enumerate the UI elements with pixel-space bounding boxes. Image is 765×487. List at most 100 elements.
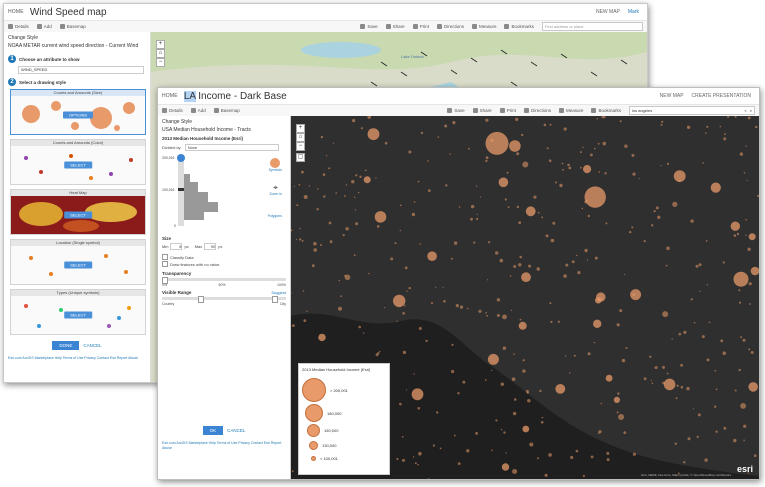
transparency-handle[interactable]: [162, 277, 168, 284]
home-menu[interactable]: HOME: [162, 93, 178, 99]
income-bubble: [708, 321, 711, 324]
style-card-heatmap[interactable]: Heat Map SELECT: [10, 189, 146, 235]
income-bubble: [518, 221, 522, 224]
print-button[interactable]: Print: [412, 24, 429, 29]
income-bubble: [715, 388, 718, 391]
style-card-color[interactable]: Counts and Amounts (Color) SELECT: [10, 139, 146, 185]
histogram-slider[interactable]: 200,001 100,001 0 Symbols ⌖ Zoom in Poly…: [162, 154, 286, 232]
range-handle-max[interactable]: [272, 296, 278, 303]
symbols-icon: [270, 158, 281, 168]
zoom-in-button[interactable]: +: [156, 40, 165, 49]
search-input[interactable]: Find address or place: [542, 22, 643, 31]
basemap-button[interactable]: Basemap: [59, 24, 86, 29]
symbols-option[interactable]: Symbols: [269, 158, 282, 172]
lake-label: Lake Ontario: [401, 54, 424, 59]
select-button[interactable]: SELECT: [64, 311, 92, 319]
done-button[interactable]: DONE: [52, 341, 80, 350]
max-size-input[interactable]: 90: [204, 243, 217, 250]
income-bubble: [584, 186, 606, 208]
print-button[interactable]: Print: [499, 108, 516, 113]
search-icon[interactable]: ⌕: [750, 108, 752, 113]
share-button[interactable]: Share: [472, 108, 492, 113]
income-bubble: [740, 336, 743, 339]
save-button[interactable]: Save: [447, 108, 465, 113]
bookmarks-button[interactable]: Bookmarks: [504, 24, 534, 29]
home-menu[interactable]: HOME: [8, 9, 24, 15]
classify-checkbox[interactable]: [162, 254, 168, 260]
directions-button[interactable]: Directions: [436, 24, 464, 29]
income-bubble: [740, 403, 746, 409]
select-button[interactable]: SELECT: [64, 161, 92, 169]
measure-button[interactable]: Measure: [558, 108, 583, 113]
income-bubble: [714, 405, 717, 408]
select-button[interactable]: SELECT: [64, 261, 92, 269]
suggest-link[interactable]: Suggest: [271, 290, 286, 295]
details-button[interactable]: Details: [8, 24, 29, 29]
new-map-link[interactable]: NEW MAP: [660, 93, 684, 99]
style-card-location[interactable]: Location (Single symbol) SELECT: [10, 239, 146, 285]
income-bubble: [468, 147, 470, 150]
create-presentation-link[interactable]: CREATE PRESENTATION: [692, 93, 751, 99]
search-input[interactable]: los angeles × ⌕: [629, 106, 755, 115]
income-bubble: [747, 116, 751, 120]
save-button[interactable]: Save: [360, 24, 378, 29]
zoom-in-option[interactable]: ⌖ Zoom in: [269, 184, 282, 197]
visible-range-slider[interactable]: [162, 296, 286, 303]
cancel-button[interactable]: CANCEL: [83, 343, 101, 348]
details-button[interactable]: Details: [162, 108, 183, 113]
income-bubble: [486, 279, 489, 281]
max-label: Max: [194, 244, 203, 249]
income-bubble: [490, 138, 494, 143]
transparency-slider[interactable]: [162, 277, 286, 284]
zoom-out-button[interactable]: −: [296, 142, 305, 151]
add-button[interactable]: Add: [190, 108, 206, 113]
range-left-select[interactable]: Country: [162, 302, 174, 306]
income-bubble: [581, 207, 584, 210]
basemap-button[interactable]: Basemap: [213, 108, 240, 113]
home-extent-button[interactable]: ⌂: [296, 133, 305, 142]
bookmarks-button[interactable]: Bookmarks: [591, 108, 621, 113]
income-bubble: [311, 264, 315, 268]
income-bubble: [475, 185, 478, 187]
attribute-select[interactable]: WIND_SPEED: [18, 66, 144, 74]
style-card-types[interactable]: Types (Unique symbols) SELECT: [10, 289, 146, 335]
income-bubble: [710, 182, 721, 193]
ok-button[interactable]: OK: [202, 426, 224, 435]
share-button[interactable]: Share: [385, 24, 405, 29]
no-value-checkbox[interactable]: [162, 261, 168, 267]
add-button[interactable]: Add: [36, 24, 52, 29]
zoom-out-button[interactable]: −: [156, 58, 165, 67]
cancel-button[interactable]: CANCEL: [227, 428, 245, 433]
zoom-in-button[interactable]: +: [296, 124, 305, 133]
user-menu[interactable]: Mark: [628, 9, 639, 15]
polygons-option[interactable]: Polygons: [268, 214, 282, 218]
share-icon: [385, 24, 391, 29]
new-map-link[interactable]: NEW MAP: [596, 9, 620, 15]
income-bubble: [701, 335, 705, 339]
la-income-map[interactable]: + ⌂ − ▢ 2013 Median Household Income (Es…: [291, 116, 759, 479]
income-bubble: [436, 411, 439, 414]
income-bubble: [411, 388, 424, 401]
directions-button[interactable]: Directions: [523, 108, 551, 113]
range-right-select[interactable]: City: [280, 302, 286, 306]
divided-by-select[interactable]: None: [184, 144, 279, 151]
map-attribution: Esri, HERE, DeLorme, MapmyIndia, © OpenS…: [641, 473, 731, 477]
income-bubble: [296, 204, 299, 207]
income-bubble: [533, 195, 537, 199]
min-size-input[interactable]: 8: [170, 243, 183, 250]
footer-links[interactable]: Esri.com ArcGIS Marketplace Help Terms o…: [8, 356, 146, 361]
home-extent-button[interactable]: ⌂: [156, 49, 165, 58]
select-button[interactable]: SELECT: [64, 211, 92, 219]
income-bubble: [316, 208, 319, 211]
income-bubble: [488, 241, 491, 244]
style-card-size[interactable]: Counts and Amounts (Size) OPTIONS: [10, 89, 146, 135]
clear-search-icon[interactable]: ×: [744, 108, 746, 113]
range-handle-min[interactable]: [198, 296, 204, 303]
income-bubble: [617, 392, 620, 395]
locate-button[interactable]: ▢: [296, 153, 305, 162]
measure-button[interactable]: Measure: [471, 24, 496, 29]
income-bubble: [606, 451, 610, 455]
footer-links[interactable]: Esri.com ArcGIS Marketplace Help Terms o…: [162, 441, 286, 451]
options-button[interactable]: OPTIONS: [62, 111, 94, 119]
income-bubble: [499, 258, 504, 263]
